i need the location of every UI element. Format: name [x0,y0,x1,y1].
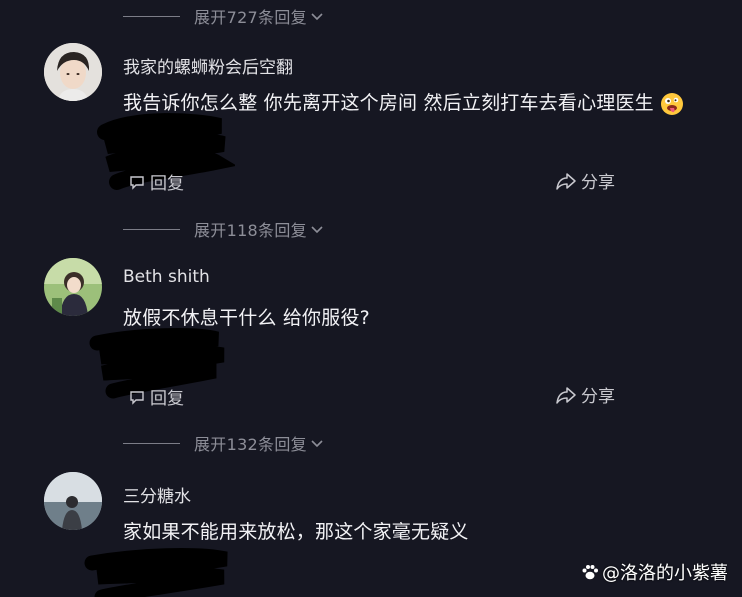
divider-line [123,15,180,17]
divider-line [123,442,180,444]
comment-text: 家如果不能用来放松，那这个家毫无疑义 [123,521,469,543]
avatar[interactable] [44,258,102,316]
crazy-face-icon [660,92,683,115]
comment-text: 我告诉你怎么整 你先离开这个房间 然后立刻打车去看心理医生 [123,92,654,114]
chevron-down-icon [311,226,323,234]
comment-username[interactable]: 我家的螺蛳粉会后空翻 [123,53,293,78]
expand-replies-label: 展开727条回复 [194,8,307,27]
divider-line [123,228,180,230]
reply-label: 回复 [150,174,184,194]
share-icon [556,386,576,404]
comment-username[interactable]: Beth shith [123,267,210,287]
watermark: @洛洛的小紫薯 [580,559,728,585]
comment-thread-page: 展开727条回复 我家的螺蛳粉会后空翻 我告诉你怎么整 你先离开这个房间 然后立… [0,0,742,597]
paw-icon [582,565,598,580]
share-button[interactable]: 分享 [555,168,615,193]
reply-label: 回复 [150,389,184,409]
share-label: 分享 [581,387,615,407]
share-button[interactable]: 分享 [555,382,615,407]
share-label: 分享 [581,173,615,193]
comment-username[interactable]: 三分糖水 [123,482,191,507]
reply-button[interactable]: 回复 [128,384,184,409]
expand-replies-button[interactable]: 展开118条回复 [123,217,325,241]
expand-replies-button[interactable]: 展开727条回复 [123,4,325,28]
comment-icon [130,175,144,190]
reply-button[interactable]: 回复 [128,169,184,194]
chevron-down-icon [311,440,323,448]
expand-replies-label: 展开132条回复 [194,435,307,454]
avatar[interactable] [44,43,102,101]
expand-replies-button[interactable]: 展开132条回复 [123,431,325,455]
watermark-text: @洛洛的小紫薯 [602,563,728,584]
comment-text: 放假不休息干什么 给你服役? [123,307,370,329]
chevron-down-icon [311,13,323,21]
avatar[interactable] [44,472,102,530]
redaction-scribble [84,548,228,597]
share-icon [556,172,576,190]
comment-icon [130,390,144,405]
expand-replies-label: 展开118条回复 [194,221,307,240]
